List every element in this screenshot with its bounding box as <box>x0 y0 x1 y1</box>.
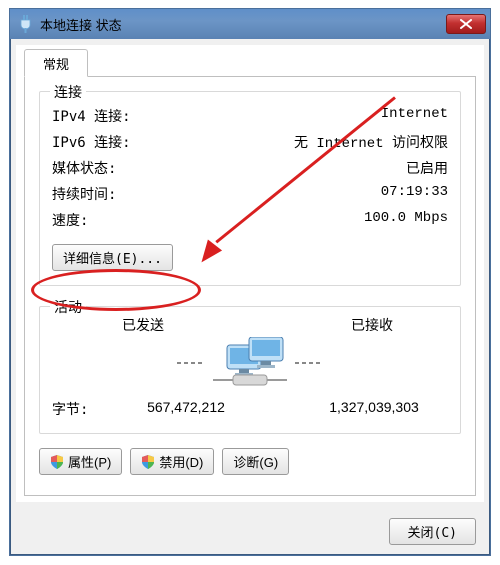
disable-button-label: 禁用(D) <box>159 452 203 471</box>
sent-label: 已发送 <box>122 315 164 335</box>
close-icon[interactable] <box>446 14 486 34</box>
row-duration: 持续时间: 07:19:33 <box>52 184 448 204</box>
network-activity-icon <box>52 337 448 389</box>
tab-general[interactable]: 常规 <box>24 49 88 77</box>
diagnose-button-label: 诊断(G) <box>233 452 278 471</box>
connection-group: 连接 IPv4 连接: Internet IPv6 连接: 无 Internet… <box>39 91 461 286</box>
disable-button[interactable]: 禁用(D) <box>130 448 214 475</box>
row-ipv4: IPv4 连接: Internet <box>52 106 448 126</box>
dialog-footer: 关闭(C) <box>10 508 490 555</box>
recv-label: 已接收 <box>351 315 393 335</box>
diagnose-button[interactable]: 诊断(G) <box>222 448 289 475</box>
ipv6-value: 无 Internet 访问权限 <box>294 132 448 152</box>
tab-panel-general: 连接 IPv4 连接: Internet IPv6 连接: 无 Internet… <box>24 76 476 496</box>
row-speed: 速度: 100.0 Mbps <box>52 210 448 230</box>
properties-button[interactable]: 属性(P) <box>39 448 122 475</box>
bytes-recv-value: 1,327,039,303 <box>300 399 448 419</box>
bytes-sent-value: 567,472,212 <box>112 399 260 419</box>
window-title: 本地连接 状态 <box>40 15 446 34</box>
activity-group: 活动 已发送 已接收 <box>39 306 461 434</box>
dialog-window: 本地连接 状态 常规 连接 IPv4 连接: Internet <box>9 8 491 556</box>
properties-button-label: 属性(P) <box>68 452 111 471</box>
plug-icon <box>18 15 32 33</box>
close-button[interactable]: 关闭(C) <box>389 518 476 545</box>
ipv4-value: Internet <box>381 106 448 126</box>
media-value: 已启用 <box>406 158 448 178</box>
speed-value: 100.0 Mbps <box>364 210 448 230</box>
media-label: 媒体状态: <box>52 158 116 178</box>
activity-bytes-row: 字节: 567,472,212 1,327,039,303 <box>52 399 448 419</box>
tab-strip: 常规 <box>24 49 476 77</box>
duration-label: 持续时间: <box>52 184 116 204</box>
ipv4-label: IPv4 连接: <box>52 106 131 126</box>
details-button[interactable]: 详细信息(E)... <box>52 244 173 271</box>
connection-legend: 连接 <box>50 82 86 102</box>
action-button-row: 属性(P) 禁用(D) 诊断(G) <box>39 448 461 475</box>
activity-header: 已发送 已接收 <box>52 315 448 335</box>
speed-label: 速度: <box>52 210 88 230</box>
titlebar: 本地连接 状态 <box>10 9 490 39</box>
bytes-label: 字节: <box>52 399 112 419</box>
ipv6-label: IPv6 连接: <box>52 132 131 152</box>
duration-value: 07:19:33 <box>381 184 448 204</box>
row-ipv6: IPv6 连接: 无 Internet 访问权限 <box>52 132 448 152</box>
shield-icon <box>50 455 64 469</box>
row-media: 媒体状态: 已启用 <box>52 158 448 178</box>
shield-icon <box>141 455 155 469</box>
dialog-body: 常规 连接 IPv4 连接: Internet IPv6 连接: 无 Inter… <box>16 45 484 502</box>
activity-legend: 活动 <box>50 297 86 317</box>
